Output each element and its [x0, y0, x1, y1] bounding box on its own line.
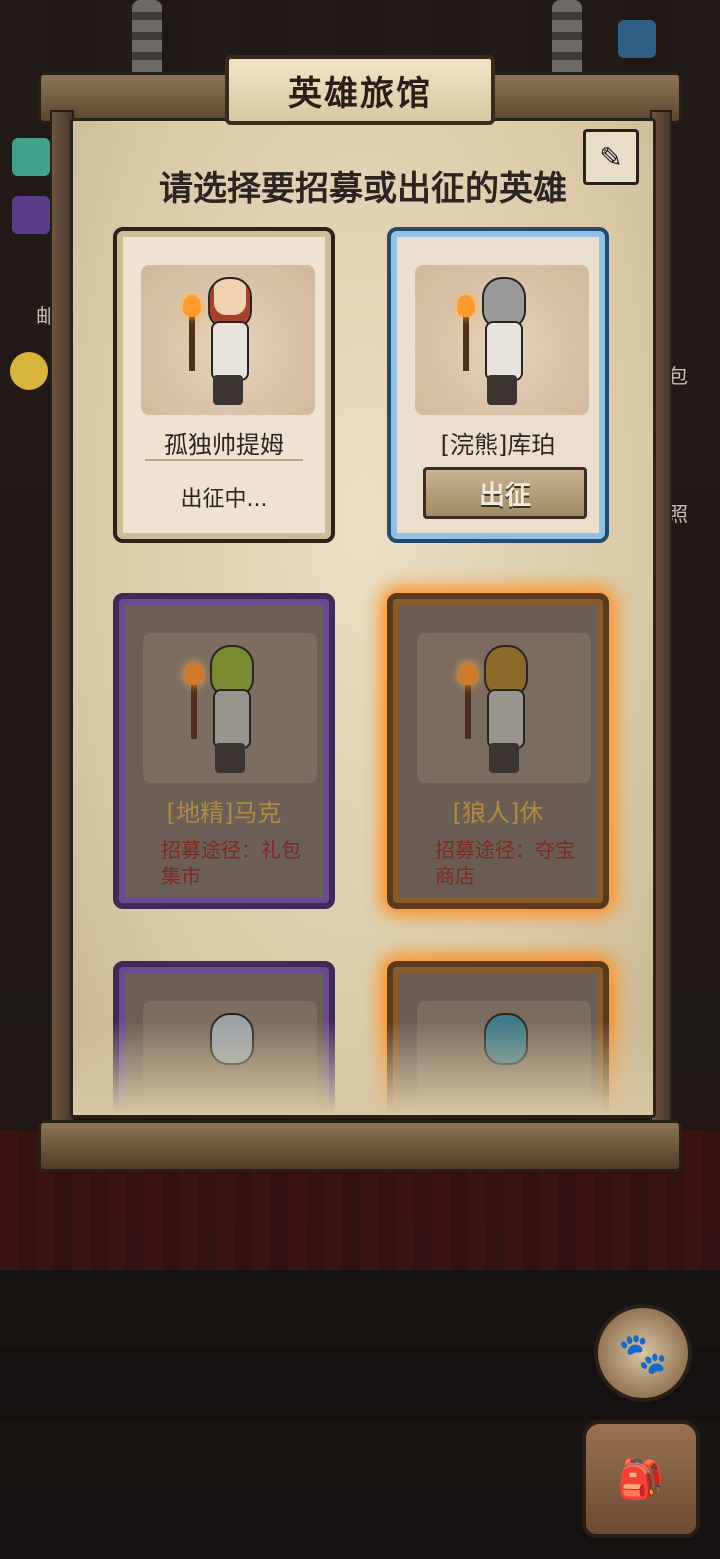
hero-portrait — [141, 265, 315, 415]
hero-portrait — [143, 633, 317, 783]
recruit-route: 招募途径：礼包集市 — [161, 838, 301, 888]
deploy-button[interactable]: 出征 — [423, 467, 587, 519]
chain-left — [132, 0, 162, 80]
search-icon[interactable] — [10, 352, 48, 390]
hero-name: [浣熊]库珀 — [440, 431, 556, 459]
panel-subtitle: 请选择要招募或出征的英雄 — [159, 169, 567, 209]
brush-icon[interactable]: ✎ — [583, 129, 639, 185]
hero-panel: 请选择要招募或出征的英雄 ✎ 孤独帅提姆 出征中... [浣熊]库珀 出征 [地… — [70, 118, 656, 1118]
hero-figure — [459, 645, 549, 780]
hero-portrait — [417, 633, 591, 783]
frame-bottom — [38, 1120, 682, 1172]
hero-figure — [183, 277, 273, 412]
hero-card-mark[interactable]: [地精]马克 招募途径：礼包集市 — [113, 593, 335, 909]
gem-icon[interactable] — [12, 138, 50, 176]
card-icon[interactable] — [12, 196, 50, 234]
recruit-route: 招募途径：夺宝商店 — [435, 838, 575, 888]
chain-right — [552, 0, 582, 80]
cart-icon[interactable] — [618, 20, 656, 58]
page-title: 英雄旅馆 — [288, 73, 432, 114]
hero-status: 出征中... — [180, 487, 268, 512]
list-fade — [73, 1021, 653, 1115]
title-plank: 英雄旅馆 — [225, 55, 495, 125]
backpack-icon[interactable]: 🎒 — [582, 1420, 700, 1538]
divider — [145, 459, 303, 461]
hero-card-hugh[interactable]: [狼人]休 招募途径：夺宝商店 — [387, 593, 609, 909]
hero-portrait — [415, 265, 589, 415]
paw-icon[interactable]: 🐾 — [594, 1304, 692, 1402]
hero-card-cooper[interactable]: [浣熊]库珀 出征 — [387, 227, 609, 543]
hero-name: 孤独帅提姆 — [164, 431, 284, 459]
hero-card-tim[interactable]: 孤独帅提姆 出征中... — [113, 227, 335, 543]
hero-figure — [185, 645, 275, 780]
hero-name: [狼人]休 — [452, 799, 544, 827]
hero-figure — [457, 277, 547, 412]
hero-name: [地精]马克 — [166, 799, 282, 827]
